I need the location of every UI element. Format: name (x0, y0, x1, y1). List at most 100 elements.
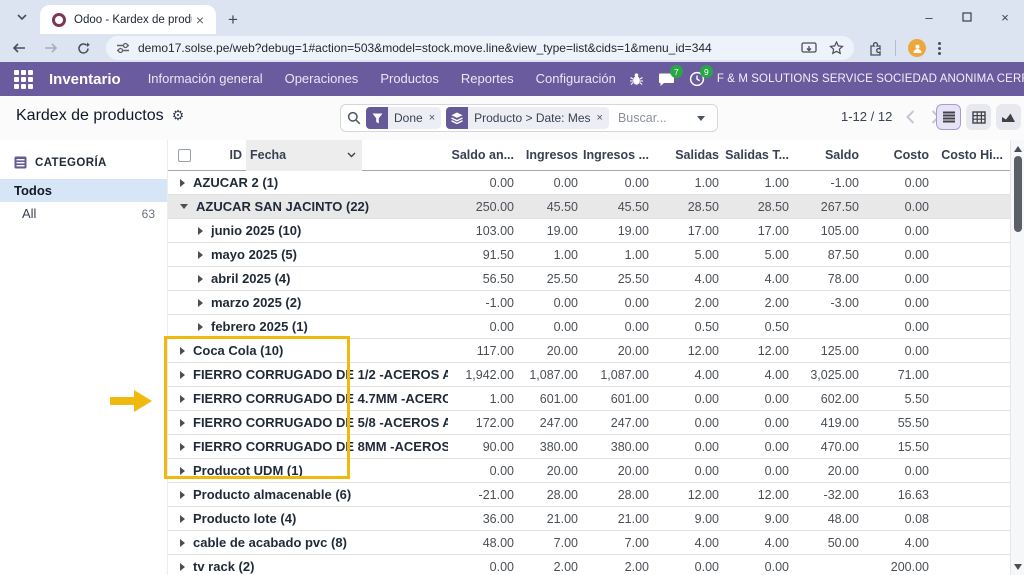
activities-clock-icon[interactable]: 9 (687, 69, 707, 89)
expand-toggle-icon[interactable] (180, 515, 185, 523)
scroll-up-icon[interactable] (1011, 142, 1024, 155)
tab-search-button[interactable] (8, 3, 36, 31)
messages-icon[interactable]: 7 (657, 69, 677, 89)
debug-bug-icon[interactable] (627, 69, 647, 89)
cell-ingresos-total: 2.00 (578, 560, 649, 574)
table-group-row[interactable]: junio 2025 (10) 103.00 19.00 19.00 17.00… (168, 219, 1024, 243)
column-header-saldo-anterior[interactable]: Saldo an... (448, 148, 514, 162)
control-panel: Kardex de productos ⚙ Done × Producto > … (0, 96, 1024, 140)
table-group-row[interactable]: AZUCAR SAN JACINTO (22) 250.00 45.50 45.… (168, 195, 1024, 219)
search-input[interactable]: Buscar... (618, 111, 697, 125)
expand-toggle-icon[interactable] (180, 491, 185, 499)
table-group-row[interactable]: FIERRO CORRUGADO DE 1/2 -ACEROS AREQUIPA… (168, 363, 1024, 387)
table-group-row[interactable]: Producot UDM (1) 0.00 20.00 20.00 0.00 0… (168, 459, 1024, 483)
table-group-row[interactable]: Producto almacenable (6) -21.00 28.00 28… (168, 483, 1024, 507)
action-gear-icon[interactable]: ⚙ (172, 108, 185, 124)
expand-toggle-icon[interactable] (198, 227, 203, 235)
table-group-row[interactable]: mayo 2025 (5) 91.50 1.00 1.00 5.00 5.00 … (168, 243, 1024, 267)
browser-menu-icon[interactable] (938, 42, 941, 55)
back-button[interactable] (6, 36, 32, 60)
pivot-view-button[interactable] (966, 104, 991, 130)
menu-item-productos[interactable]: Productos (369, 62, 450, 96)
reload-button[interactable] (70, 36, 96, 60)
filter-chip[interactable]: Done × (366, 107, 441, 129)
menu-item-reportes[interactable]: Reportes (450, 62, 525, 96)
expand-toggle-icon[interactable] (180, 395, 185, 403)
table-group-row[interactable]: Coca Cola (10) 117.00 20.00 20.00 12.00 … (168, 339, 1024, 363)
list-view-button[interactable] (936, 104, 961, 130)
expand-toggle-icon[interactable] (180, 443, 185, 451)
column-header-id[interactable]: ID (200, 148, 246, 162)
sidebar-item-all[interactable]: All63 (0, 202, 167, 225)
new-tab-button[interactable]: + (216, 10, 248, 34)
apps-grid-icon[interactable] (14, 70, 33, 89)
column-header-salidas[interactable]: Salidas (649, 148, 719, 162)
site-settings-icon[interactable] (116, 42, 130, 54)
vertical-scrollbar[interactable] (1010, 140, 1024, 575)
expand-toggle-icon[interactable] (180, 204, 188, 209)
column-header-ingresos-total[interactable]: Ingresos ... (578, 148, 649, 162)
search-bar[interactable]: Done × Producto > Date: Mes × Buscar... (340, 104, 718, 132)
expand-toggle-icon[interactable] (180, 539, 185, 547)
table-group-row[interactable]: abril 2025 (4) 56.50 25.50 25.50 4.00 4.… (168, 267, 1024, 291)
expand-toggle-icon[interactable] (180, 371, 185, 379)
table-group-row[interactable]: marzo 2025 (2) -1.00 0.00 0.00 2.00 2.00… (168, 291, 1024, 315)
expand-toggle-icon[interactable] (180, 419, 185, 427)
select-all-checkbox[interactable] (168, 149, 200, 162)
app-name[interactable]: Inventario (49, 71, 121, 88)
browser-tab[interactable]: Odoo - Kardex de productos × (40, 5, 216, 34)
expand-toggle-icon[interactable] (180, 563, 185, 571)
url-bar[interactable]: demo17.solse.pe/web?debug=1#action=503&m… (106, 36, 854, 60)
column-header-costo[interactable]: Costo (859, 148, 929, 162)
filter-chip-close-icon[interactable]: × (429, 112, 441, 124)
table-body: AZUCAR 2 (1) 0.00 0.00 0.00 1.00 1.00 -1… (168, 171, 1024, 575)
table-group-row[interactable]: AZUCAR 2 (1) 0.00 0.00 0.00 1.00 1.00 -1… (168, 171, 1024, 195)
expand-toggle-icon[interactable] (180, 179, 185, 187)
groupby-chip[interactable]: Producto > Date: Mes × (446, 107, 609, 129)
profile-avatar-icon[interactable] (908, 39, 926, 57)
expand-toggle-icon[interactable] (180, 467, 185, 475)
graph-view-button[interactable] (996, 104, 1021, 130)
url-text[interactable]: demo17.solse.pe/web?debug=1#action=503&m… (138, 41, 793, 55)
window-close-button[interactable]: × (986, 0, 1024, 34)
cell-salidas: 4.00 (649, 536, 719, 550)
scroll-down-icon[interactable] (1011, 560, 1024, 573)
menu-item-informaci-n-general[interactable]: Información general (137, 62, 274, 96)
table-group-row[interactable]: FIERRO CORRUGADO DE 4.7MM -ACEROS AREQUI… (168, 387, 1024, 411)
expand-toggle-icon[interactable] (198, 275, 203, 283)
tab-title: Odoo - Kardex de productos (74, 14, 192, 26)
cell-saldo: 267.50 (789, 200, 859, 214)
extensions-puzzle-icon[interactable] (868, 41, 883, 56)
column-header-costo-historico[interactable]: Costo Hi... (929, 148, 1003, 162)
table-group-row[interactable]: FIERRO CORRUGADO DE 5/8 -ACEROS AREQUIPA… (168, 411, 1024, 435)
window-maximize-button[interactable] (948, 0, 986, 34)
column-header-ingresos[interactable]: Ingresos (514, 148, 578, 162)
column-header-salidas-total[interactable]: Salidas T... (719, 148, 789, 162)
save-page-icon[interactable] (801, 42, 817, 55)
tab-close-icon[interactable]: × (192, 12, 208, 28)
menu-item-operaciones[interactable]: Operaciones (274, 62, 370, 96)
forward-button[interactable] (38, 36, 64, 60)
menu-item-configuraci-n[interactable]: Configuración (525, 62, 627, 96)
column-header-saldo[interactable]: Saldo (789, 148, 859, 162)
table-group-row[interactable]: FIERRO CORRUGADO DE 8MM -ACEROS AREQUIPA… (168, 435, 1024, 459)
expand-toggle-icon[interactable] (198, 251, 203, 259)
column-header-fecha[interactable]: Fecha (246, 140, 362, 171)
pager-previous-button[interactable] (906, 110, 915, 124)
sidebar-item-todos[interactable]: Todos (0, 179, 167, 202)
bookmark-star-icon[interactable] (829, 41, 844, 55)
search-dropdown-caret-icon[interactable] (697, 116, 705, 121)
expand-toggle-icon[interactable] (198, 323, 203, 331)
table-group-row[interactable]: cable de acabado pvc (8) 48.00 7.00 7.00… (168, 531, 1024, 555)
company-name[interactable]: F & M SOLUTIONS SERVICE SOCIEDAD ANONIMA… (717, 73, 1024, 85)
scrollbar-thumb[interactable] (1014, 156, 1022, 232)
cell-ingresos-total: 601.00 (578, 392, 649, 406)
expand-toggle-icon[interactable] (198, 299, 203, 307)
table-group-row[interactable]: tv rack (2) 0.00 2.00 2.00 0.00 0.00 200… (168, 555, 1024, 575)
expand-toggle-icon[interactable] (180, 347, 185, 355)
cell-costo: 0.00 (859, 272, 929, 286)
window-minimize-button[interactable]: – (910, 0, 948, 34)
groupby-chip-close-icon[interactable]: × (597, 112, 609, 124)
table-group-row[interactable]: Producto lote (4) 36.00 21.00 21.00 9.00… (168, 507, 1024, 531)
table-group-row[interactable]: febrero 2025 (1) 0.00 0.00 0.00 0.50 0.5… (168, 315, 1024, 339)
